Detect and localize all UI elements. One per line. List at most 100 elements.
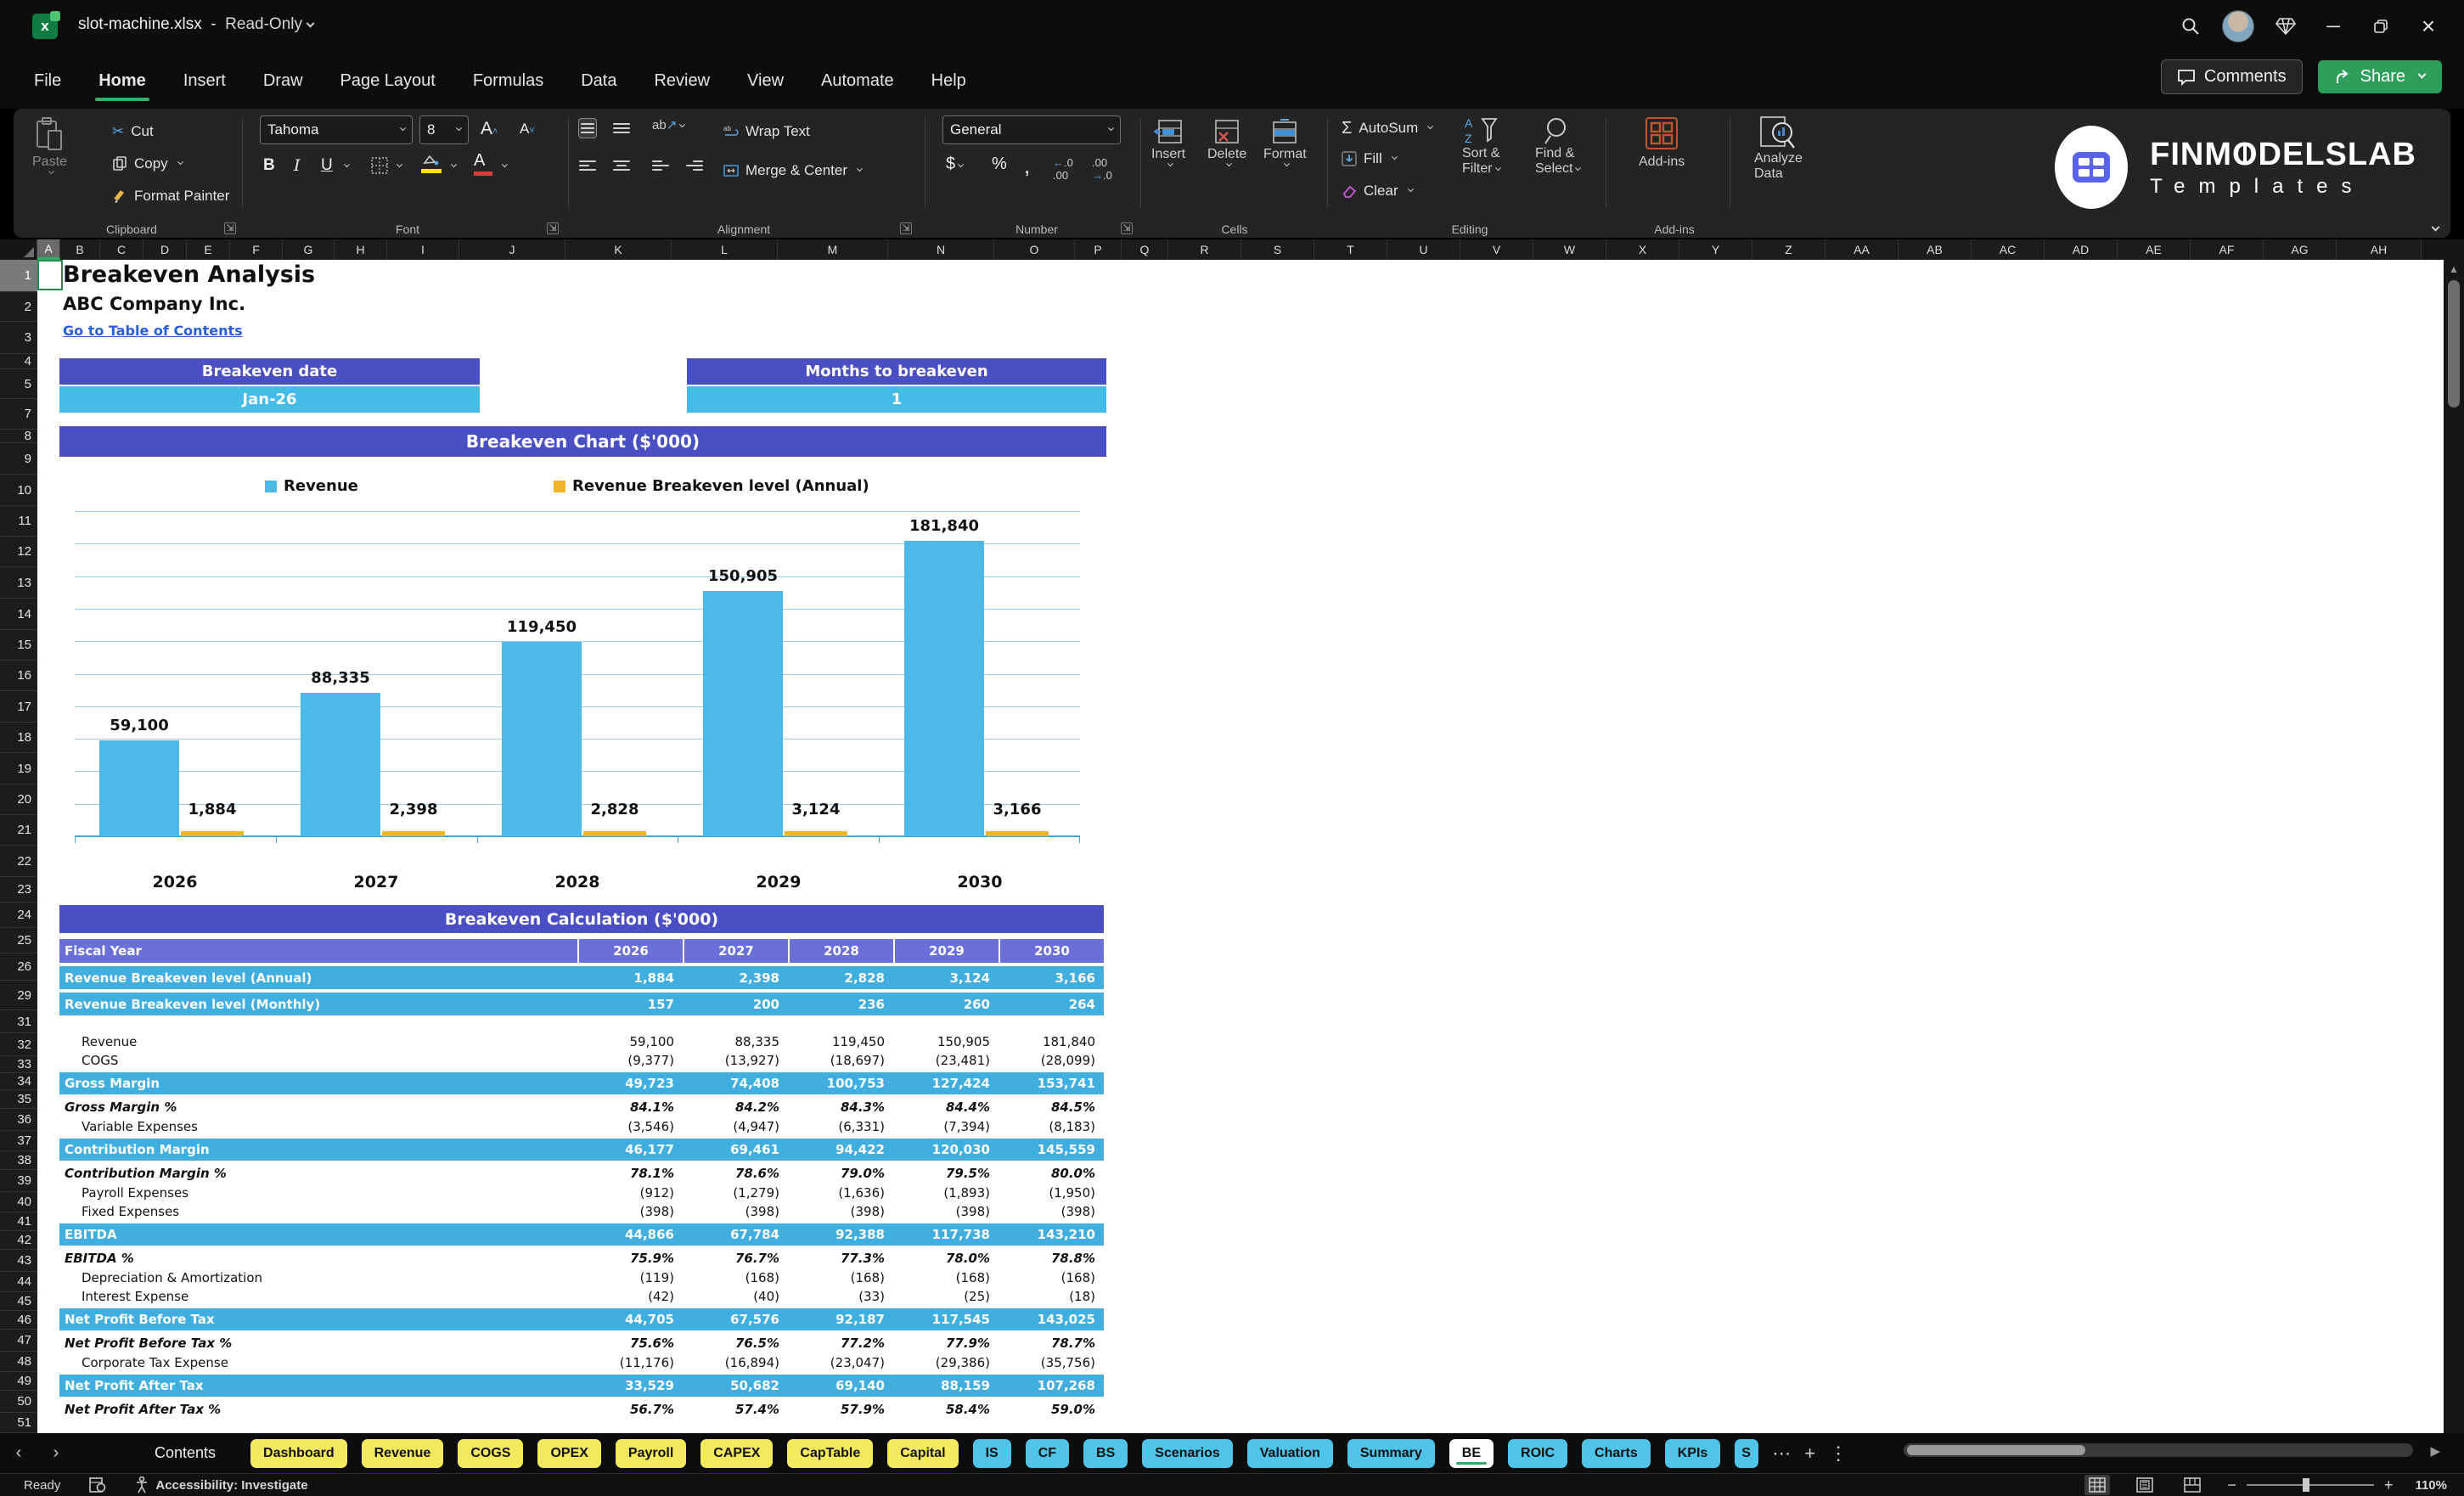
column-header-E[interactable]: E: [187, 239, 230, 260]
column-header-AF[interactable]: AF: [2191, 239, 2264, 260]
fill-color-chevron[interactable]: [450, 161, 458, 168]
clipboard-dialog-launcher[interactable]: ⇲: [224, 222, 236, 234]
sheet-tab-scenarios[interactable]: Scenarios: [1142, 1438, 1233, 1468]
chevron-down-icon[interactable]: [306, 19, 315, 28]
column-header-X[interactable]: X: [1606, 239, 1679, 260]
row-header-1[interactable]: 1: [0, 260, 37, 292]
autosum-button[interactable]: Σ AutoSum: [1342, 115, 1434, 141]
row-header-15[interactable]: 15: [0, 630, 37, 661]
row-header-2[interactable]: 2: [0, 292, 37, 322]
row-header-7[interactable]: 7: [0, 399, 37, 430]
vertical-scroll-thumb[interactable]: [2448, 280, 2460, 408]
delete-cells-button[interactable]: Delete: [1207, 119, 1246, 168]
row-header-20[interactable]: 20: [0, 785, 37, 815]
sheet-tab-capital[interactable]: Capital: [887, 1438, 959, 1468]
row-header-44[interactable]: 44: [0, 1272, 37, 1292]
font-dialog-launcher[interactable]: ⇲: [547, 222, 559, 234]
premium-diamond-icon[interactable]: [2262, 0, 2309, 53]
column-header-Y[interactable]: Y: [1679, 239, 1752, 260]
row-header-48[interactable]: 48: [0, 1352, 37, 1372]
menu-tab-page-layout[interactable]: Page Layout: [322, 63, 454, 99]
sheet-tab-charts[interactable]: Charts: [1582, 1438, 1651, 1468]
row-header-13[interactable]: 13: [0, 567, 37, 599]
tab-scroll-left-arrow[interactable]: ‹: [0, 1443, 37, 1463]
column-header-P[interactable]: P: [1075, 239, 1122, 260]
horizontal-scroll-thumb[interactable]: [1907, 1445, 2085, 1455]
column-header-I[interactable]: I: [387, 239, 459, 260]
row-header-19[interactable]: 19: [0, 753, 37, 785]
sheet-tab-captable[interactable]: CapTable: [787, 1438, 874, 1468]
fill-color-button[interactable]: [421, 155, 442, 173]
column-header-AG[interactable]: AG: [2264, 239, 2337, 260]
row-header-3[interactable]: 3: [0, 322, 37, 354]
column-header-C[interactable]: C: [100, 239, 143, 260]
column-header-AE[interactable]: AE: [2118, 239, 2191, 260]
sheet-tab-bs[interactable]: BS: [1083, 1438, 1128, 1468]
sheet-tab-be[interactable]: BE: [1449, 1438, 1494, 1468]
restore-button[interactable]: [2357, 0, 2405, 53]
clear-button[interactable]: Clear: [1342, 178, 1414, 204]
menu-tab-help[interactable]: Help: [913, 63, 985, 99]
row-header-35[interactable]: 35: [0, 1090, 37, 1109]
search-icon[interactable]: [2167, 0, 2214, 53]
row-header-5[interactable]: 5: [0, 369, 37, 399]
wrap-text-button[interactable]: ab Wrap Text: [723, 119, 810, 144]
column-header-W[interactable]: W: [1533, 239, 1606, 260]
borders-chevron[interactable]: [396, 161, 403, 168]
underline-options-chevron[interactable]: [343, 161, 351, 168]
row-header-46[interactable]: 46: [0, 1311, 37, 1330]
row-header-51[interactable]: 51: [0, 1413, 37, 1433]
increase-font-icon[interactable]: A˄: [481, 119, 498, 139]
row-header-50[interactable]: 50: [0, 1391, 37, 1413]
account-avatar[interactable]: [2214, 0, 2262, 53]
insert-cells-button[interactable]: Insert: [1151, 119, 1185, 168]
row-header-22[interactable]: 22: [0, 846, 37, 877]
more-sheets-button[interactable]: ⋯: [1772, 1443, 1791, 1465]
table-of-contents-link[interactable]: Go to Table of Contents: [63, 323, 243, 339]
menu-tab-draw[interactable]: Draw: [245, 63, 322, 99]
column-header-N[interactable]: N: [888, 239, 994, 260]
menu-tab-file[interactable]: File: [15, 63, 80, 99]
row-header-31[interactable]: 31: [0, 1010, 37, 1033]
column-header-G[interactable]: G: [283, 239, 335, 260]
align-left-button[interactable]: [579, 158, 596, 173]
format-painter-button[interactable]: Format Painter: [112, 183, 229, 209]
accessibility-status[interactable]: Accessibility: Investigate: [135, 1476, 308, 1493]
bold-button[interactable]: B: [263, 156, 275, 175]
font-color-chevron[interactable]: [501, 161, 509, 168]
number-format-select[interactable]: General: [942, 115, 1121, 144]
find-select-button[interactable]: Find & Select: [1535, 115, 1582, 177]
menu-tab-home[interactable]: Home: [80, 63, 165, 101]
copy-button[interactable]: Copy: [112, 151, 183, 177]
share-button[interactable]: Share: [2317, 60, 2442, 93]
column-header-J[interactable]: J: [459, 239, 565, 260]
comments-button[interactable]: Comments: [2160, 59, 2303, 94]
row-header-37[interactable]: 37: [0, 1131, 37, 1151]
row-header-40[interactable]: 40: [0, 1192, 37, 1212]
font-size-select[interactable]: 8: [419, 115, 469, 144]
sheet-tab-opex[interactable]: OPEX: [537, 1438, 601, 1468]
column-header-M[interactable]: M: [778, 239, 888, 260]
close-button[interactable]: ×: [2405, 0, 2452, 53]
row-header-36[interactable]: 36: [0, 1109, 37, 1131]
column-header-B[interactable]: B: [60, 239, 100, 260]
column-header-K[interactable]: K: [565, 239, 672, 260]
row-header-32[interactable]: 32: [0, 1033, 37, 1056]
comma-format-button[interactable]: ,: [1024, 153, 1030, 179]
new-sheet-button[interactable]: +: [1804, 1443, 1815, 1465]
orientation-button[interactable]: ab↗: [652, 117, 686, 132]
column-header-V[interactable]: V: [1460, 239, 1533, 260]
sheet-tab-payroll[interactable]: Payroll: [615, 1438, 687, 1468]
column-header-R[interactable]: R: [1168, 239, 1241, 260]
row-header-24[interactable]: 24: [0, 903, 37, 928]
font-color-button[interactable]: A: [474, 151, 492, 176]
sheet-options-button[interactable]: ⋮: [1829, 1443, 1848, 1465]
sheet-tab-revenue[interactable]: Revenue: [361, 1438, 444, 1468]
row-header-14[interactable]: 14: [0, 599, 37, 630]
sheet-tab-valuation[interactable]: Valuation: [1246, 1438, 1333, 1468]
row-header-21[interactable]: 21: [0, 815, 37, 846]
row-header-17[interactable]: 17: [0, 691, 37, 723]
analyze-data-button[interactable]: Analyze Data: [1754, 115, 1803, 182]
decrease-decimal-button[interactable]: .00 →.0: [1092, 156, 1112, 182]
tab-scroll-right-arrow[interactable]: ›: [37, 1443, 75, 1463]
